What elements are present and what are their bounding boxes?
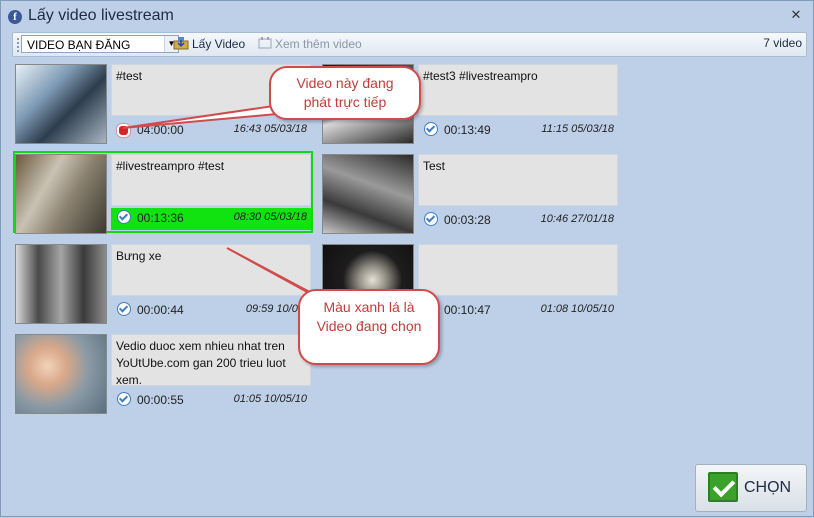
callout-live-text: Video này đang phát trực tiếp	[296, 75, 394, 110]
choose-button[interactable]: CHỌN	[695, 464, 807, 512]
callout-selected: Màu xanh lá là Video đang chọn	[298, 289, 440, 365]
choose-button-label: CHỌN	[744, 479, 792, 496]
dialog-window: f Lấy video livestream ✕ VIDEO BẠN ĐĂNG …	[0, 0, 814, 517]
callout-selected-text: Màu xanh lá là Video đang chọn	[316, 299, 422, 334]
checkmark-icon	[708, 472, 738, 502]
callout-live: Video này đang phát trực tiếp	[269, 66, 421, 120]
